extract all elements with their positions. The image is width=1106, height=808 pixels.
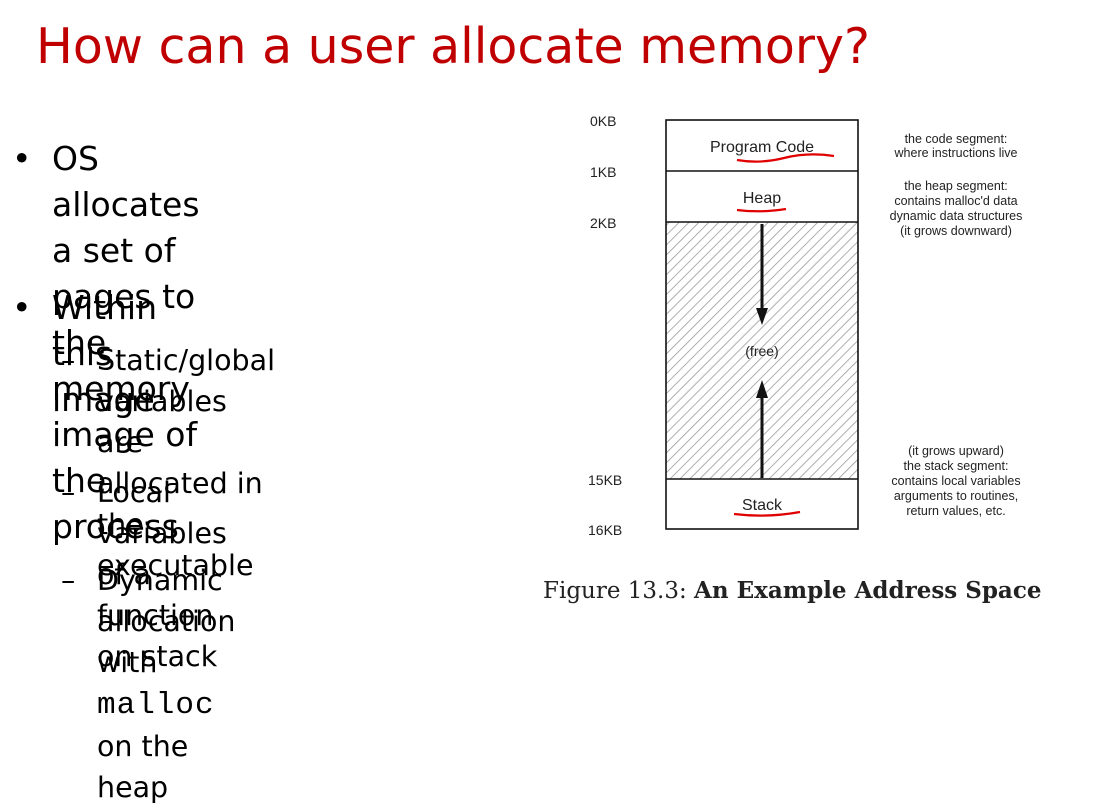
figure-caption: Figure 13.3: An Example Address Space bbox=[543, 577, 1041, 604]
annotation-line: the stack segment: bbox=[904, 459, 1009, 473]
annotation-line: the code segment: bbox=[905, 132, 1008, 146]
annotation-line: the heap segment: bbox=[904, 179, 1008, 193]
annotation-line: arguments to routines, bbox=[894, 489, 1018, 503]
caption-title: An Example Address Space bbox=[694, 577, 1042, 604]
segment-free: (free) bbox=[745, 343, 778, 359]
annotation-line: (it grows downward) bbox=[900, 224, 1012, 238]
annotation-line: dynamic data structures bbox=[890, 209, 1023, 223]
annotation-line: contains local variables bbox=[891, 474, 1020, 488]
annotation-line: where instructions live bbox=[894, 146, 1018, 160]
annotation-line: return values, etc. bbox=[906, 504, 1005, 518]
address-label: 1KB bbox=[590, 164, 616, 180]
address-label: 2KB bbox=[590, 215, 616, 231]
segment-program-code: Program Code bbox=[710, 139, 814, 156]
annotation-line: (it grows upward) bbox=[908, 444, 1004, 458]
address-label: 15KB bbox=[588, 472, 622, 488]
segment-heap: Heap bbox=[743, 190, 781, 207]
code-malloc: malloc bbox=[97, 688, 215, 723]
address-label: 16KB bbox=[588, 522, 622, 538]
sub-bullet-rest: on the heap bbox=[97, 730, 189, 804]
address-label: 0KB bbox=[590, 113, 616, 129]
annotation-line: contains malloc'd data bbox=[894, 194, 1017, 208]
underline-heap-mark bbox=[736, 207, 787, 213]
sub-bullet-line-code: malloc on the heap bbox=[97, 683, 235, 808]
address-space-diagram: 0KB 1KB 2KB 15KB 16KB Program Code Heap … bbox=[588, 113, 1023, 538]
caption-prefix: Figure 13.3: bbox=[543, 578, 695, 604]
segment-stack: Stack bbox=[742, 497, 783, 514]
